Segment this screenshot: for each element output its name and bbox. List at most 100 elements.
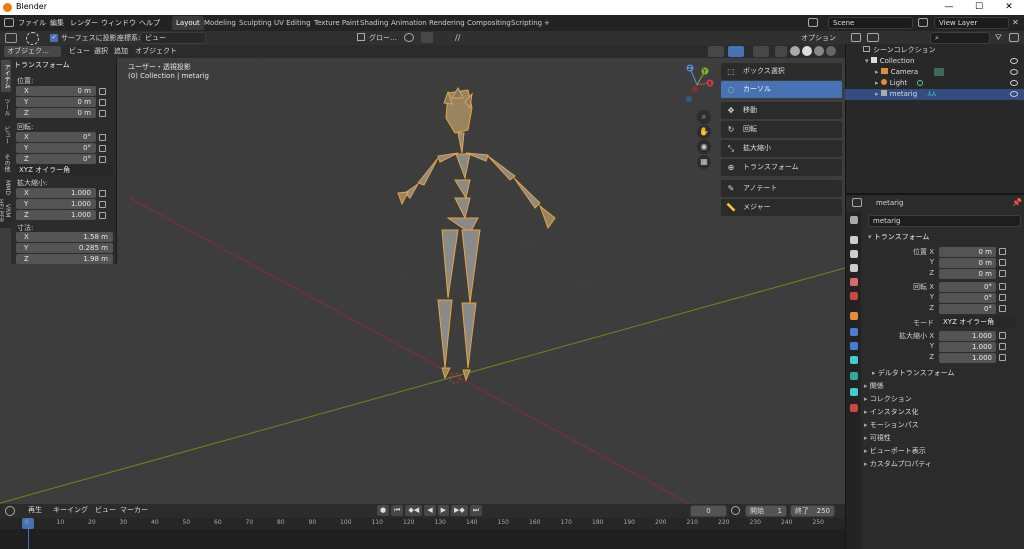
snap-toggle-button[interactable] xyxy=(421,32,433,43)
prev-key-icon[interactable]: ◆◀ xyxy=(405,505,423,516)
tab-tool[interactable]: ツール xyxy=(1,94,11,120)
rotation-mode-select[interactable]: XYZ オイラー角 xyxy=(16,165,113,175)
eye-icon[interactable] xyxy=(1010,80,1018,86)
tool-annotate[interactable]: ✎ アノテート xyxy=(721,180,842,197)
tool-move[interactable]: ✥ 移動 xyxy=(721,102,842,119)
object-name-field[interactable]: metarig xyxy=(868,215,1021,227)
add-workspace-button[interactable]: + xyxy=(540,16,554,30)
delta-transform-section[interactable]: デルタトランスフォーム xyxy=(872,368,955,378)
menu-edit[interactable]: 編集 xyxy=(50,18,64,28)
outliner-search-input[interactable]: ⌕ xyxy=(930,32,990,44)
prop-rotation-mode-select[interactable]: XYZ オイラー角 xyxy=(939,317,1015,327)
prop-scale-x[interactable]: 1.000 xyxy=(939,331,996,341)
tab-modeling[interactable]: Modeling xyxy=(200,16,240,30)
outliner-scene-collection[interactable]: シーンコレクション xyxy=(845,45,1024,56)
motion-paths-section[interactable]: モーションパス xyxy=(864,420,919,430)
pivot-icon[interactable] xyxy=(357,33,365,41)
end-frame-field[interactable]: 終了 250 xyxy=(790,505,835,517)
tool-scale[interactable]: ⤡ 拡大縮小 xyxy=(721,140,842,157)
tool-measure[interactable]: 📏 メジャー xyxy=(721,199,842,216)
collections-section[interactable]: コレクション xyxy=(864,394,912,404)
lock-icon[interactable] xyxy=(999,343,1006,350)
keying-menu[interactable]: キーイング xyxy=(50,505,91,516)
lock-icon[interactable] xyxy=(999,305,1006,312)
relations-section[interactable]: 関係 xyxy=(864,381,884,391)
transform-orientation-icon[interactable] xyxy=(5,33,17,43)
lock-icon[interactable] xyxy=(999,283,1006,290)
menu-view[interactable]: ビュー xyxy=(66,46,93,57)
jump-end-icon[interactable]: ⏭ xyxy=(469,505,483,516)
particle-props-icon[interactable] xyxy=(850,342,858,350)
tab-uv-editing[interactable]: UV Editing xyxy=(270,16,315,30)
marker-menu[interactable]: マーカー xyxy=(117,505,151,516)
surface-project-checkbox[interactable]: ✓ xyxy=(50,34,58,42)
tool-rotate[interactable]: ↻ 回転 xyxy=(721,121,842,138)
grid-view-icon[interactable]: ▦ xyxy=(697,155,711,169)
scale-y-field[interactable]: Y 1.000 xyxy=(16,199,96,209)
view-layer-props-icon[interactable] xyxy=(850,264,858,272)
lock-icon[interactable] xyxy=(99,134,106,141)
timeline-editor-icon[interactable] xyxy=(5,506,15,516)
cursor-tool-icon[interactable] xyxy=(26,32,39,45)
scale-x-field[interactable]: X 1.000 xyxy=(16,188,96,198)
maximize-button[interactable]: ☐ xyxy=(964,0,994,15)
3d-viewport[interactable]: X Y Z ⌕ ✋ ◉ ▦ xyxy=(0,58,845,504)
data-props-icon[interactable] xyxy=(850,388,858,396)
prop-scale-y[interactable]: 1.000 xyxy=(939,342,996,352)
constraint-props-icon[interactable] xyxy=(850,372,858,380)
menu-file[interactable]: ファイル xyxy=(18,18,46,28)
shading-wireframe-icon[interactable] xyxy=(790,46,800,56)
render-props-icon[interactable] xyxy=(850,236,858,244)
world-props-icon[interactable] xyxy=(850,292,858,300)
menu-help[interactable]: ヘルプ xyxy=(139,18,160,28)
proportional-edit-icon[interactable]: ∕∕ xyxy=(455,33,465,42)
timeline-view-menu[interactable]: ビュー xyxy=(92,505,119,516)
lock-icon[interactable] xyxy=(99,212,106,219)
tab-mmd[interactable]: MMD xyxy=(1,178,11,195)
tab-item[interactable]: アイテム xyxy=(1,60,11,92)
output-props-icon[interactable] xyxy=(850,250,858,258)
prop-scale-z[interactable]: 1.000 xyxy=(939,353,996,363)
lock-icon[interactable] xyxy=(999,259,1006,266)
menu-add[interactable]: 追加 xyxy=(111,46,131,57)
lock-icon[interactable] xyxy=(99,88,106,95)
menu-render[interactable]: レンダー xyxy=(70,18,98,28)
viewport-display-section[interactable]: ビューポート表示 xyxy=(864,446,926,456)
shading-solid-icon[interactable] xyxy=(802,46,812,56)
outliner-camera[interactable]: ▸ Camera xyxy=(845,67,1024,78)
proportional-icon[interactable] xyxy=(404,33,414,42)
navigation-gizmo[interactable]: X Y Z xyxy=(677,63,717,109)
record-icon[interactable]: ● xyxy=(377,505,390,516)
display-mode-icon[interactable] xyxy=(867,33,879,42)
prop-location-z[interactable]: 0 m xyxy=(939,269,996,279)
lock-icon[interactable] xyxy=(99,99,106,106)
outliner-collection[interactable]: ▾ Collection xyxy=(845,56,1024,67)
prop-rotation-z[interactable]: 0° xyxy=(939,304,996,314)
overlay-toggle-icon[interactable] xyxy=(753,46,769,57)
coordinate-system-select[interactable]: ビュー xyxy=(140,32,206,44)
prop-location-x[interactable]: 0 m xyxy=(939,247,996,257)
object-props-icon[interactable] xyxy=(850,312,858,320)
shading-rendered-icon[interactable] xyxy=(826,46,836,56)
menu-window[interactable]: ウィンドウ xyxy=(101,18,136,28)
lock-icon[interactable] xyxy=(999,248,1006,255)
modifier-props-icon[interactable] xyxy=(850,328,858,336)
prop-rotation-x[interactable]: 0° xyxy=(939,282,996,292)
zoom-icon[interactable]: ⌕ xyxy=(697,110,711,124)
view-layer-field[interactable]: View Layer xyxy=(934,17,1009,29)
mode-select[interactable]: オブジェク… xyxy=(4,46,61,57)
timeline-ruler[interactable]: 0 10 20 30 40 50 60 70 80 90 100 110 120 130 140 150 160… xyxy=(0,518,845,529)
lock-icon[interactable] xyxy=(99,145,106,152)
options-menu[interactable]: オプション xyxy=(801,33,836,43)
tab-vrm-helper[interactable]: VRM HELPER xyxy=(0,194,11,228)
dimension-x-field[interactable]: X 1.58 m xyxy=(16,232,113,242)
minimize-button[interactable]: — xyxy=(934,0,964,15)
tool-cursor[interactable]: ◌ カーソル xyxy=(721,81,842,98)
checkbox-icon[interactable] xyxy=(870,57,877,63)
tool-transform[interactable]: ⊕ トランスフォーム xyxy=(721,159,842,176)
lock-icon[interactable] xyxy=(99,201,106,208)
menu-object[interactable]: オブジェクト xyxy=(132,46,180,57)
new-collection-icon[interactable] xyxy=(1009,33,1019,42)
scene-props-icon[interactable] xyxy=(850,278,858,286)
pin-icon[interactable]: 📌 xyxy=(1012,198,1022,207)
